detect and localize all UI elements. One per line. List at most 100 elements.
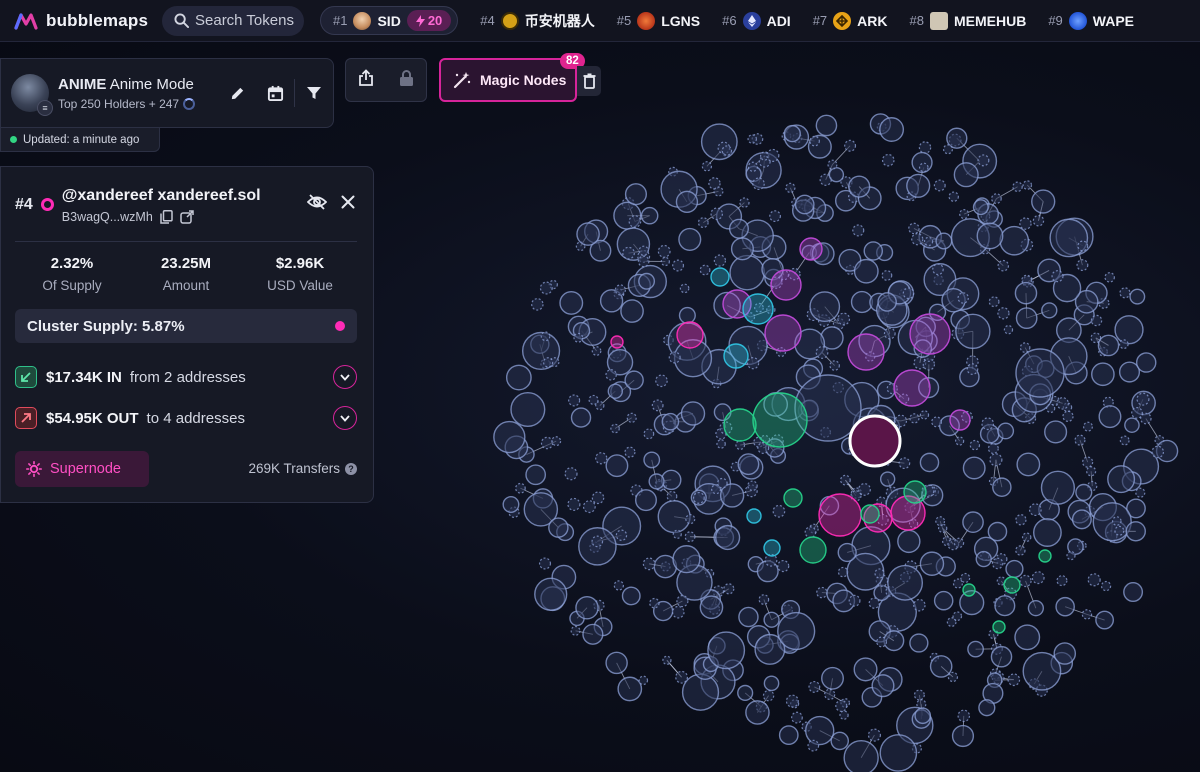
holder-bubble[interactable]: [835, 699, 848, 712]
holder-bubble[interactable]: [699, 264, 711, 276]
calendar-button[interactable]: [256, 74, 294, 112]
holder-bubble[interactable]: [828, 167, 845, 183]
holder-bubble[interactable]: [1007, 673, 1021, 687]
holder-bubble[interactable]: [615, 529, 628, 541]
holder-bubble[interactable]: [1056, 575, 1068, 587]
holder-bubble[interactable]: [637, 255, 650, 268]
holder-bubble[interactable]: [1032, 215, 1045, 227]
holder-bubble[interactable]: [931, 416, 943, 428]
magic-nodes-button[interactable]: Magic Nodes: [439, 58, 577, 102]
holder-bubble[interactable]: [642, 557, 656, 571]
holder-bubble[interactable]: [510, 391, 546, 428]
holder-bubble[interactable]: [678, 227, 702, 251]
cluster-bubble[interactable]: [1015, 348, 1065, 398]
holder-bubble[interactable]: [763, 611, 780, 628]
cluster-bubble[interactable]: [746, 508, 762, 524]
holder-bubble[interactable]: [1082, 421, 1093, 432]
ticker-item-6[interactable]: #6 ADI: [722, 11, 791, 30]
holder-bubble[interactable]: [651, 399, 664, 412]
holder-bubble[interactable]: [876, 636, 888, 648]
holder-bubble[interactable]: [680, 401, 706, 426]
holder-bubble[interactable]: [948, 191, 959, 202]
holder-bubble[interactable]: [1012, 181, 1023, 193]
holder-bubble[interactable]: [576, 222, 600, 246]
holder-bubble[interactable]: [960, 572, 971, 583]
holder-bubble[interactable]: [769, 210, 781, 223]
holder-bubble[interactable]: [1053, 642, 1077, 665]
holder-bubble[interactable]: [997, 307, 1010, 320]
holder-bubble[interactable]: [605, 454, 629, 478]
holder-bubble[interactable]: [745, 700, 770, 725]
holder-bubble[interactable]: [624, 183, 648, 206]
close-icon[interactable]: [341, 195, 355, 209]
holder-bubble[interactable]: [1125, 521, 1146, 542]
holder-bubble[interactable]: [1014, 281, 1038, 305]
holder-bubble[interactable]: [987, 521, 1008, 542]
holder-bubble[interactable]: [951, 724, 975, 748]
holder-bubble[interactable]: [707, 631, 746, 670]
external-link-icon[interactable]: [180, 210, 194, 224]
holder-bubble[interactable]: [868, 597, 880, 609]
cluster-supply[interactable]: Cluster Supply: 5.87%: [15, 309, 357, 343]
holder-bubble[interactable]: [657, 500, 691, 534]
cluster-bubble[interactable]: [818, 493, 862, 537]
holder-bubble[interactable]: [643, 428, 655, 440]
holder-bubble[interactable]: [837, 312, 851, 326]
holder-bubble[interactable]: [772, 504, 786, 518]
holder-bubble[interactable]: [684, 531, 696, 543]
holder-bubble[interactable]: [1131, 407, 1143, 419]
holder-bubble[interactable]: [1044, 420, 1068, 444]
holder-bubble[interactable]: [582, 623, 604, 645]
holder-bubble[interactable]: [933, 179, 946, 192]
edit-button[interactable]: [218, 74, 256, 112]
cluster-bubble[interactable]: [799, 237, 823, 261]
holder-bubble[interactable]: [685, 514, 696, 525]
holder-bubble[interactable]: [978, 699, 996, 717]
cluster-bubble[interactable]: [764, 314, 802, 352]
holder-bubble[interactable]: [626, 412, 637, 423]
holder-bubble[interactable]: [1055, 596, 1075, 617]
holder-bubble[interactable]: [837, 542, 857, 563]
holder-bubble[interactable]: [1015, 514, 1027, 526]
holder-bubble[interactable]: [843, 740, 879, 772]
holder-bubble[interactable]: [605, 651, 628, 675]
holder-bubble[interactable]: [1129, 288, 1146, 305]
cluster-bubble[interactable]: [770, 269, 802, 301]
holder-bubble[interactable]: [879, 471, 896, 487]
holder-bubble[interactable]: [1014, 624, 1041, 651]
holder-bubble[interactable]: [762, 689, 775, 702]
holder-bubble[interactable]: [534, 577, 568, 611]
chevron-down-icon[interactable]: [333, 365, 357, 389]
holder-bubble[interactable]: [991, 557, 1004, 570]
holder-bubble[interactable]: [909, 633, 929, 653]
holder-bubble[interactable]: [638, 675, 649, 686]
holder-bubble[interactable]: [620, 299, 644, 323]
holder-bubble[interactable]: [567, 497, 581, 511]
holder-bubble[interactable]: [643, 451, 661, 469]
holder-bubble[interactable]: [937, 523, 948, 534]
holder-bubble[interactable]: [752, 177, 765, 191]
holder-bubble[interactable]: [815, 346, 829, 359]
help-icon[interactable]: ?: [345, 462, 357, 475]
holder-bubble[interactable]: [1114, 315, 1144, 345]
holder-bubble[interactable]: [1111, 516, 1122, 526]
holder-bubble[interactable]: [807, 739, 820, 752]
holder-bubble[interactable]: [570, 407, 592, 428]
holder-bubble[interactable]: [1051, 270, 1064, 283]
holder-bubble[interactable]: [568, 394, 581, 407]
holder-bubble[interactable]: [595, 452, 608, 465]
holder-bubble[interactable]: [839, 710, 849, 720]
holder-bubble[interactable]: [617, 676, 643, 702]
holder-bubble[interactable]: [747, 480, 758, 492]
cluster-bubble[interactable]: [799, 536, 827, 564]
holder-bubble[interactable]: [624, 370, 644, 390]
holder-bubble[interactable]: [715, 524, 741, 551]
filter-button[interactable]: [295, 74, 333, 112]
ticker-item-7[interactable]: #7 ARK: [813, 11, 888, 30]
holder-bubble[interactable]: [638, 272, 656, 290]
boost-badge[interactable]: 20: [406, 10, 452, 31]
holder-bubble[interactable]: [505, 364, 532, 391]
holder-bubble[interactable]: [933, 590, 954, 611]
holder-bubble[interactable]: [975, 550, 992, 568]
holder-bubble[interactable]: [1107, 465, 1136, 494]
